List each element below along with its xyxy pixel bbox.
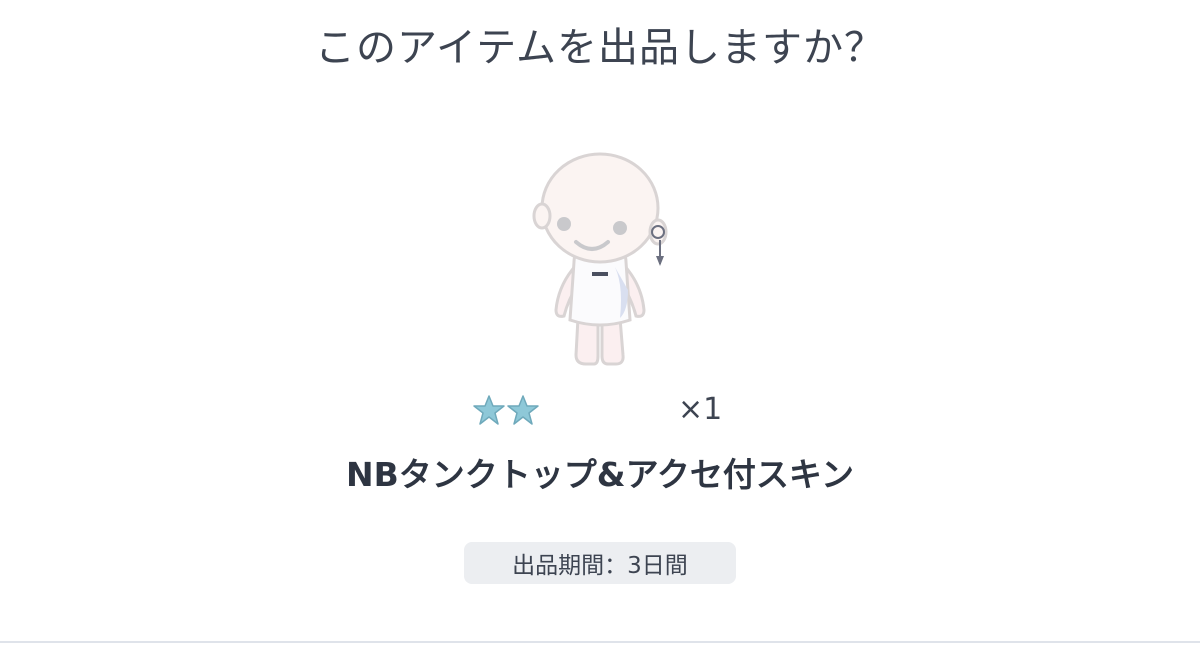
dialog-title: このアイテムを出品しますか？: [315, 25, 885, 71]
listing-period-badge: 出品期間：3日間: [464, 542, 736, 584]
avatar-skin-icon: [532, 152, 668, 366]
rarity-quantity-row: ×1: [472, 392, 732, 428]
divider: [0, 641, 1200, 643]
item-name: NBタンクトップ&アクセ付スキン: [346, 455, 854, 494]
item-image: [520, 150, 680, 372]
rarity-star-icon: [507, 395, 539, 425]
rarity-star-icon: [473, 395, 505, 425]
item-quantity: ×1: [678, 392, 723, 427]
listing-confirm-dialog: このアイテムを出品しますか？ ×1 NBタンクトップ&アクセ付スキン 出品期間：…: [0, 0, 1200, 645]
rarity-stars: [472, 394, 540, 426]
